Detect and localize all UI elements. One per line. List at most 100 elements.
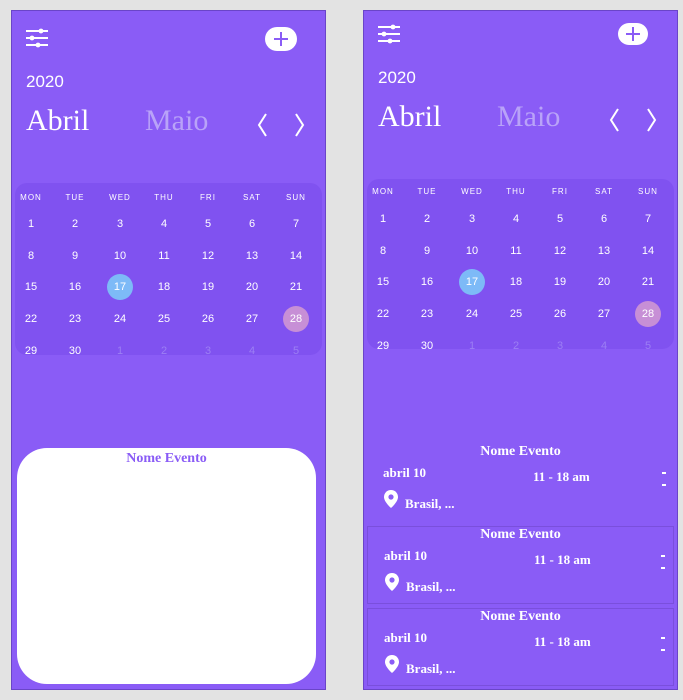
add-event-button[interactable] <box>265 27 297 51</box>
calendar-day[interactable]: 29 <box>369 333 397 359</box>
calendar-day[interactable]: 4 <box>150 211 178 237</box>
calendar-day[interactable]: 6 <box>590 206 618 232</box>
calendar-day[interactable]: 16 <box>61 274 89 300</box>
calendar-day[interactable]: 25 <box>502 301 530 327</box>
more-options-icon[interactable] <box>661 633 667 655</box>
calendar-day-next-month[interactable]: 2 <box>502 333 530 359</box>
more-options-icon[interactable] <box>661 551 667 573</box>
calendar-day[interactable]: 11 <box>502 238 530 264</box>
calendar-day[interactable]: 12 <box>194 243 222 269</box>
calendar-day[interactable]: 19 <box>546 269 574 295</box>
next-month[interactable]: Maio <box>497 100 560 134</box>
calendar-day[interactable]: 20 <box>238 274 266 300</box>
calendar-day[interactable]: 4 <box>502 206 530 232</box>
calendar-day[interactable]: 10 <box>458 238 486 264</box>
calendar-day[interactable]: 1 <box>369 206 397 232</box>
calendar-day[interactable]: 12 <box>546 238 574 264</box>
calendar-day[interactable]: 22 <box>369 301 397 327</box>
calendar-day[interactable]: 9 <box>61 243 89 269</box>
weekday-label: TUE <box>65 193 85 202</box>
filter-sliders-icon[interactable] <box>26 28 48 48</box>
calendar-day[interactable]: 25 <box>150 306 178 332</box>
calendar-week: 8 9 10 11 12 13 14 <box>367 245 674 265</box>
calendar-day-selected[interactable]: 28 <box>283 306 309 332</box>
current-month[interactable]: Abril <box>378 100 441 134</box>
calendar-day[interactable]: 7 <box>634 206 662 232</box>
calendar-day-next-month[interactable]: 5 <box>282 338 310 364</box>
calendar-day[interactable]: 23 <box>61 306 89 332</box>
calendar-day[interactable]: 16 <box>413 269 441 295</box>
calendar-day-selected[interactable]: 28 <box>635 301 661 327</box>
calendar-day[interactable]: 3 <box>458 206 486 232</box>
calendar-day-next-month[interactable]: 1 <box>458 333 486 359</box>
next-month[interactable]: Maio <box>145 104 208 138</box>
calendar-day[interactable]: 13 <box>590 238 618 264</box>
calendar-day-next-month[interactable]: 3 <box>194 338 222 364</box>
calendar-day[interactable]: 8 <box>369 238 397 264</box>
calendar-week: 15 16 17 18 19 20 21 <box>367 269 674 296</box>
calendar-day[interactable]: 26 <box>194 306 222 332</box>
calendar-day[interactable]: 23 <box>413 301 441 327</box>
calendar-day-next-month[interactable]: 2 <box>150 338 178 364</box>
calendar-day[interactable]: 21 <box>282 274 310 300</box>
calendar-day[interactable]: 7 <box>282 211 310 237</box>
calendar-week: 1 2 3 4 5 6 7 <box>15 218 322 238</box>
calendar-day[interactable]: 3 <box>106 211 134 237</box>
calendar-day[interactable]: 5 <box>546 206 574 232</box>
calendar-day[interactable]: 8 <box>17 243 45 269</box>
calendar-day[interactable]: 26 <box>546 301 574 327</box>
calendar-day[interactable]: 18 <box>150 274 178 300</box>
calendar-day[interactable]: 11 <box>150 243 178 269</box>
calendar-day[interactable]: 21 <box>634 269 662 295</box>
calendar-day[interactable]: 30 <box>413 333 441 359</box>
event-list-item[interactable]: Nome Evento abril 10 11 - 18 am Brasil, … <box>367 608 674 686</box>
calendar-day[interactable]: 24 <box>106 306 134 332</box>
calendar-day-today[interactable]: 17 <box>107 274 133 300</box>
event-detail-card[interactable]: Nome Evento <box>17 448 316 684</box>
calendar-day[interactable]: 19 <box>194 274 222 300</box>
calendar-grid: MON TUE WED THU FRI SAT SUN 1 2 3 4 5 6 … <box>15 183 322 357</box>
calendar-day[interactable]: 2 <box>413 206 441 232</box>
event-list-item[interactable]: Nome Evento abril 10 11 - 18 am Brasil, … <box>367 444 674 522</box>
calendar-day[interactable]: 29 <box>17 338 45 364</box>
calendar-day[interactable]: 13 <box>238 243 266 269</box>
chevron-right-icon[interactable] <box>291 111 307 139</box>
calendar-day[interactable]: 15 <box>369 269 397 295</box>
calendar-day[interactable]: 1 <box>17 211 45 237</box>
more-options-icon[interactable] <box>662 468 668 490</box>
calendar-day-next-month[interactable]: 4 <box>238 338 266 364</box>
calendar-day[interactable]: 10 <box>106 243 134 269</box>
add-event-button[interactable] <box>618 23 648 45</box>
chevron-right-icon[interactable] <box>643 106 659 134</box>
current-month[interactable]: Abril <box>26 104 89 138</box>
weekday-label: WED <box>461 187 483 196</box>
calendar-day-next-month[interactable]: 3 <box>546 333 574 359</box>
event-list-item[interactable]: Nome Evento abril 10 11 - 18 am Brasil, … <box>367 526 674 604</box>
calendar-day[interactable]: 15 <box>17 274 45 300</box>
calendar-day[interactable]: 22 <box>17 306 45 332</box>
weekday-label: THU <box>154 193 174 202</box>
calendar-day[interactable]: 27 <box>238 306 266 332</box>
weekday-label: FRI <box>552 187 568 196</box>
calendar-day-next-month[interactable]: 1 <box>106 338 134 364</box>
calendar-day[interactable]: 14 <box>634 238 662 264</box>
calendar-day[interactable]: 14 <box>282 243 310 269</box>
calendar-day[interactable]: 18 <box>502 269 530 295</box>
calendar-day[interactable]: 9 <box>413 238 441 264</box>
calendar-day[interactable]: 5 <box>194 211 222 237</box>
weekday-label: WED <box>109 193 131 202</box>
calendar-day[interactable]: 24 <box>458 301 486 327</box>
calendar-day[interactable]: 30 <box>61 338 89 364</box>
event-location: Brasil, ... <box>405 496 455 511</box>
calendar-day[interactable]: 27 <box>590 301 618 327</box>
calendar-day[interactable]: 6 <box>238 211 266 237</box>
calendar-day-next-month[interactable]: 4 <box>590 333 618 359</box>
calendar-day[interactable]: 20 <box>590 269 618 295</box>
filter-sliders-icon[interactable] <box>378 24 400 44</box>
calendar-day-today[interactable]: 17 <box>459 269 485 295</box>
calendar-day-next-month[interactable]: 5 <box>634 333 662 359</box>
calendar-day[interactable]: 2 <box>61 211 89 237</box>
event-date: abril 10 <box>383 465 426 480</box>
chevron-left-icon[interactable] <box>255 111 271 139</box>
chevron-left-icon[interactable] <box>607 106 623 134</box>
